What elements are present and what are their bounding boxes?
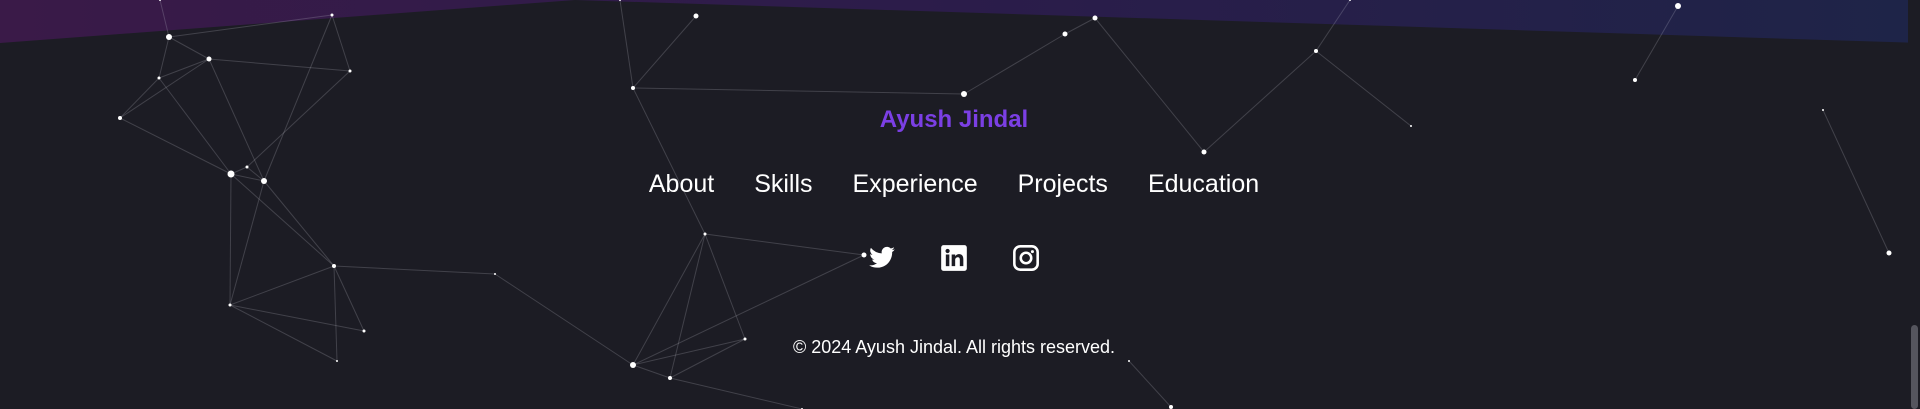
footer-brand[interactable]: Ayush Jindal bbox=[0, 106, 1908, 134]
nav-link-about[interactable]: About bbox=[649, 170, 714, 199]
social-links bbox=[0, 244, 1908, 272]
copyright-text: © 2024 Ayush Jindal. All rights reserved… bbox=[792, 337, 1116, 357]
nav-link-education[interactable]: Education bbox=[1148, 170, 1259, 199]
nav-link-skills[interactable]: Skills bbox=[754, 170, 812, 199]
nav-link-experience[interactable]: Experience bbox=[853, 170, 978, 199]
twitter-icon[interactable] bbox=[868, 244, 896, 272]
instagram-icon[interactable] bbox=[1012, 244, 1040, 272]
nav-link-projects[interactable]: Projects bbox=[1018, 170, 1108, 199]
linkedin-icon[interactable] bbox=[940, 244, 968, 272]
scrollbar[interactable] bbox=[1908, 0, 1920, 409]
scrollbar-thumb[interactable] bbox=[1911, 325, 1918, 409]
footer: Ayush Jindal About Skills Experience Pro… bbox=[0, 0, 1908, 409]
footer-nav: About Skills Experience Projects Educati… bbox=[0, 170, 1908, 199]
